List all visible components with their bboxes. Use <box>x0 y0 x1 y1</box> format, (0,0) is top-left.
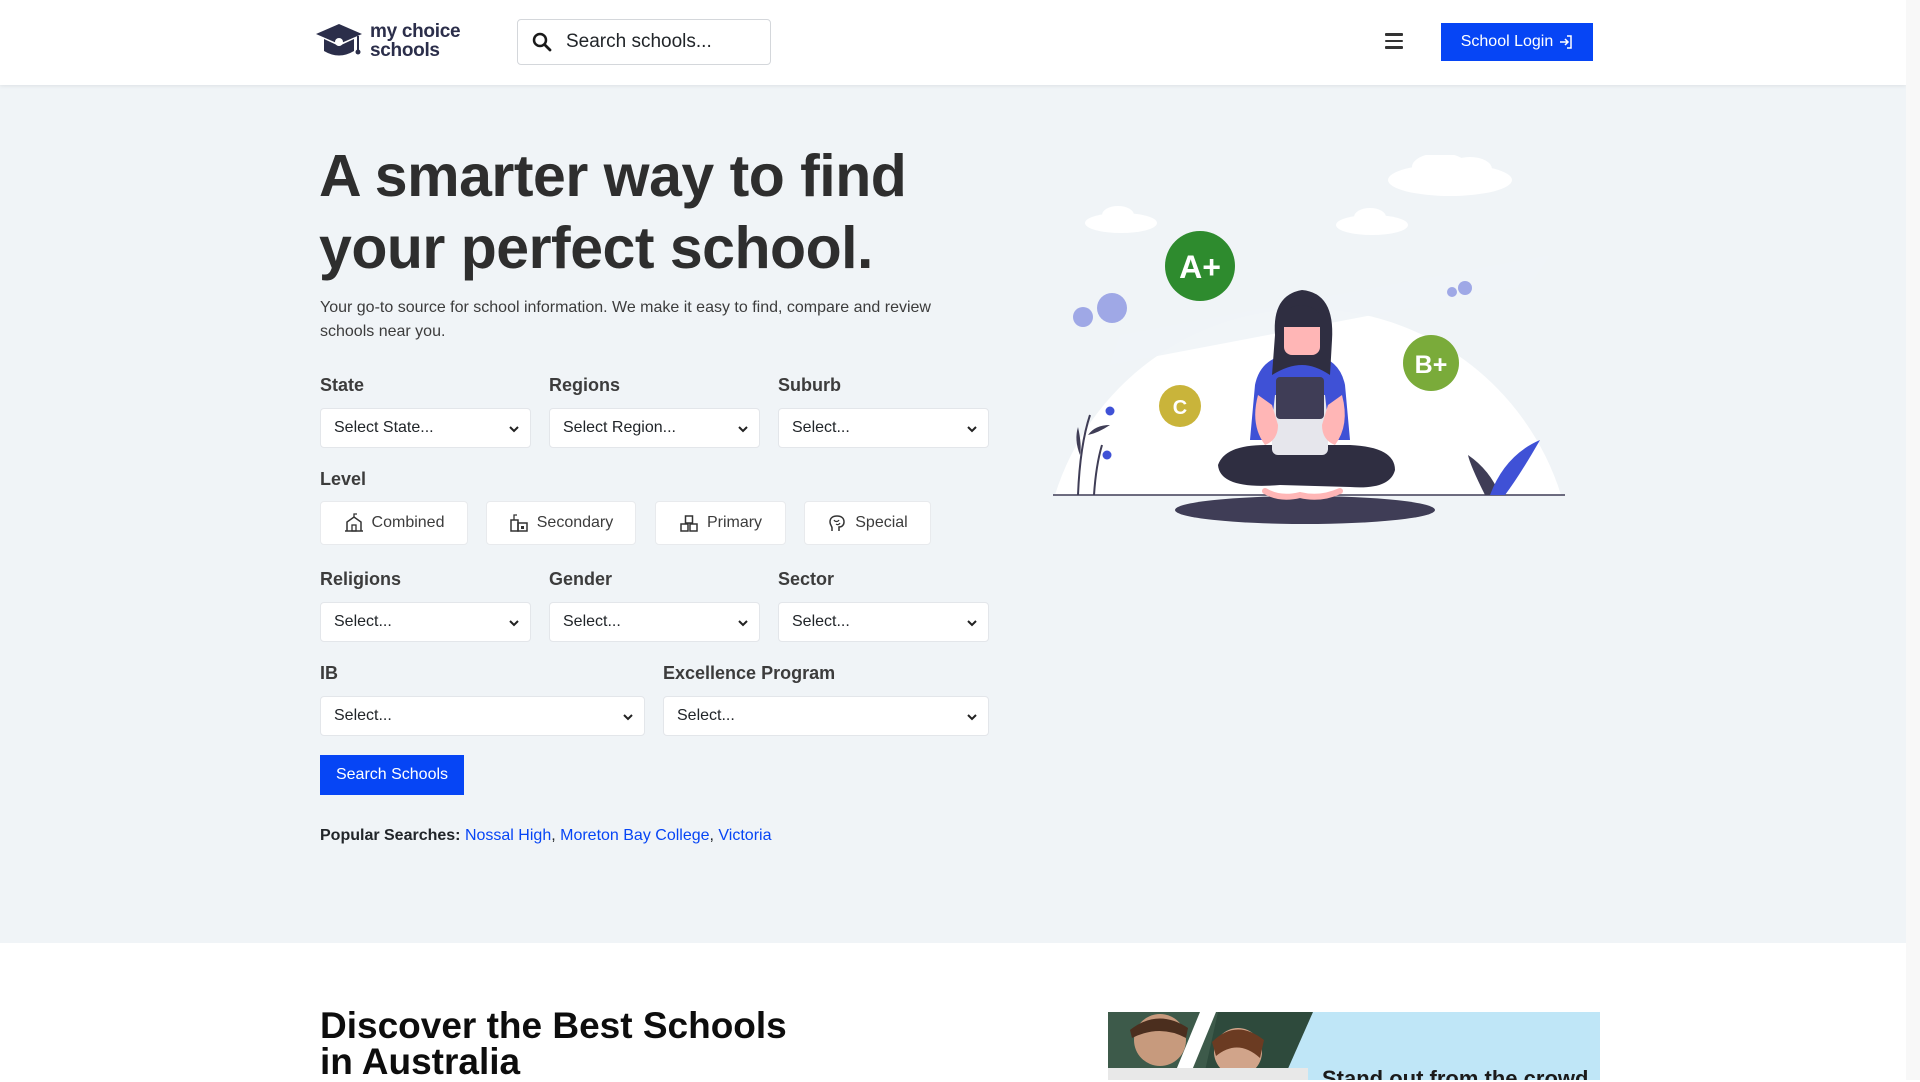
discover-title-line2: in Australia <box>320 1041 521 1082</box>
cloud-icon <box>1085 155 1512 235</box>
grade-b-plus-text: B+ <box>1415 351 1448 379</box>
suburb-label: Suburb <box>778 375 841 395</box>
promo-banner[interactable]: Stand out from the crowd <box>1108 1012 1600 1080</box>
regions-label: Regions <box>549 375 621 395</box>
popular-link-victoria[interactable]: Victoria <box>718 827 771 844</box>
search-schools-button[interactable]: Search Schools <box>320 755 464 795</box>
hero-title: A smarter way to find your perfect schoo… <box>319 140 959 284</box>
logo[interactable]: my choice schools <box>314 20 461 62</box>
popular-searches: Popular Searches: Nossal High, Moreton B… <box>320 827 772 844</box>
header-search[interactable] <box>517 19 771 65</box>
scrollbar[interactable] <box>1906 0 1920 1080</box>
bubble-shape <box>1097 293 1127 323</box>
chevron-down-icon <box>509 426 519 433</box>
level-primary-button[interactable]: Primary <box>655 501 786 545</box>
chevron-down-icon <box>738 620 748 627</box>
religions-label: Religions <box>320 569 402 589</box>
state-select[interactable]: Select State... <box>320 408 531 448</box>
hero-title-line2: your perfect school. <box>319 215 873 281</box>
discover-title: Discover the Best Schools in Australia <box>320 1005 787 1082</box>
level-secondary-button[interactable]: Secondary <box>486 501 636 545</box>
popular-link-nossal-high[interactable]: Nossal High <box>465 827 551 844</box>
popular-link-moreton-bay-college[interactable]: Moreton Bay College <box>560 827 709 844</box>
sector-label: Sector <box>778 569 835 589</box>
hero-section: A smarter way to find your perfect schoo… <box>0 85 1906 943</box>
excellence-program-select-value: Select... <box>677 707 735 724</box>
grade-c-text: C <box>1173 397 1187 419</box>
level-combined-button[interactable]: Combined <box>320 501 468 545</box>
bubble-shape <box>1073 307 1093 327</box>
gender-select[interactable]: Select... <box>549 602 760 642</box>
menu-icon[interactable] <box>1385 33 1403 49</box>
level-label: Level <box>320 469 367 489</box>
hero-subtitle-line1: Your go-to source for school information… <box>320 299 931 316</box>
hero-subtitle: Your go-to source for school information… <box>320 296 960 344</box>
chevron-down-icon <box>623 714 633 721</box>
state-label: State <box>320 375 365 395</box>
ib-select[interactable]: Select... <box>320 696 645 736</box>
logo-line2: schools <box>370 40 440 61</box>
level-special-label: Special <box>855 514 908 531</box>
school-icon <box>510 514 528 532</box>
level-combined-label: Combined <box>371 514 445 531</box>
sector-select-value: Select... <box>792 613 850 630</box>
menu-icon-bar <box>1385 46 1403 49</box>
promo-banner-text: Stand out from the crowd <box>1322 1066 1589 1080</box>
hero-subtitle-line2: schools near you. <box>320 323 446 340</box>
hero-title-line1: A smarter way to find <box>319 143 907 209</box>
logo-line1: my choice <box>370 21 461 42</box>
gender-label: Gender <box>549 569 613 589</box>
religions-select-value: Select... <box>334 613 392 630</box>
popular-searches-label: Popular Searches: <box>320 827 461 844</box>
suburb-select-value: Select... <box>792 419 850 436</box>
ib-select-value: Select... <box>334 707 392 724</box>
excellence-program-select[interactable]: Select... <box>663 696 989 736</box>
search-icon <box>532 32 552 52</box>
gender-select-value: Select... <box>563 613 621 630</box>
menu-icon-bar <box>1385 33 1403 36</box>
school-login-label: School Login <box>1460 33 1554 50</box>
building-blocks-icon <box>680 515 698 532</box>
chevron-down-icon <box>738 426 748 433</box>
regions-select[interactable]: Select Region... <box>549 408 760 448</box>
level-special-button[interactable]: Special <box>804 501 931 545</box>
excellence-program-label: Excellence Program <box>663 663 836 683</box>
site-header: my choice schools School Login <box>0 0 1906 85</box>
brain-icon <box>829 515 846 531</box>
chevron-down-icon <box>967 714 977 721</box>
chevron-down-icon <box>967 426 977 433</box>
ib-label: IB <box>320 663 338 683</box>
chevron-down-icon <box>967 620 977 627</box>
school-login-button[interactable]: School Login <box>1441 23 1593 61</box>
grade-a-plus-text: A+ <box>1179 249 1221 285</box>
state-select-value: Select State... <box>334 419 434 436</box>
search-input[interactable] <box>564 30 748 54</box>
level-secondary-label: Secondary <box>536 514 614 531</box>
discover-title-line1: Discover the Best Schools <box>320 1005 787 1046</box>
sector-select[interactable]: Select... <box>778 602 989 642</box>
chevron-down-icon <box>509 620 519 627</box>
hero-illustration: A+ B+ C <box>1053 155 1565 524</box>
graduation-cap-icon <box>316 24 362 56</box>
level-primary-label: Primary <box>706 514 763 531</box>
school-building-icon <box>344 513 363 532</box>
logo-text: my choice schools <box>370 21 461 61</box>
regions-select-value: Select Region... <box>563 419 676 436</box>
login-icon <box>1560 35 1572 49</box>
religions-select[interactable]: Select... <box>320 602 531 642</box>
suburb-select[interactable]: Select... <box>778 408 989 448</box>
menu-icon-bar <box>1385 39 1403 42</box>
